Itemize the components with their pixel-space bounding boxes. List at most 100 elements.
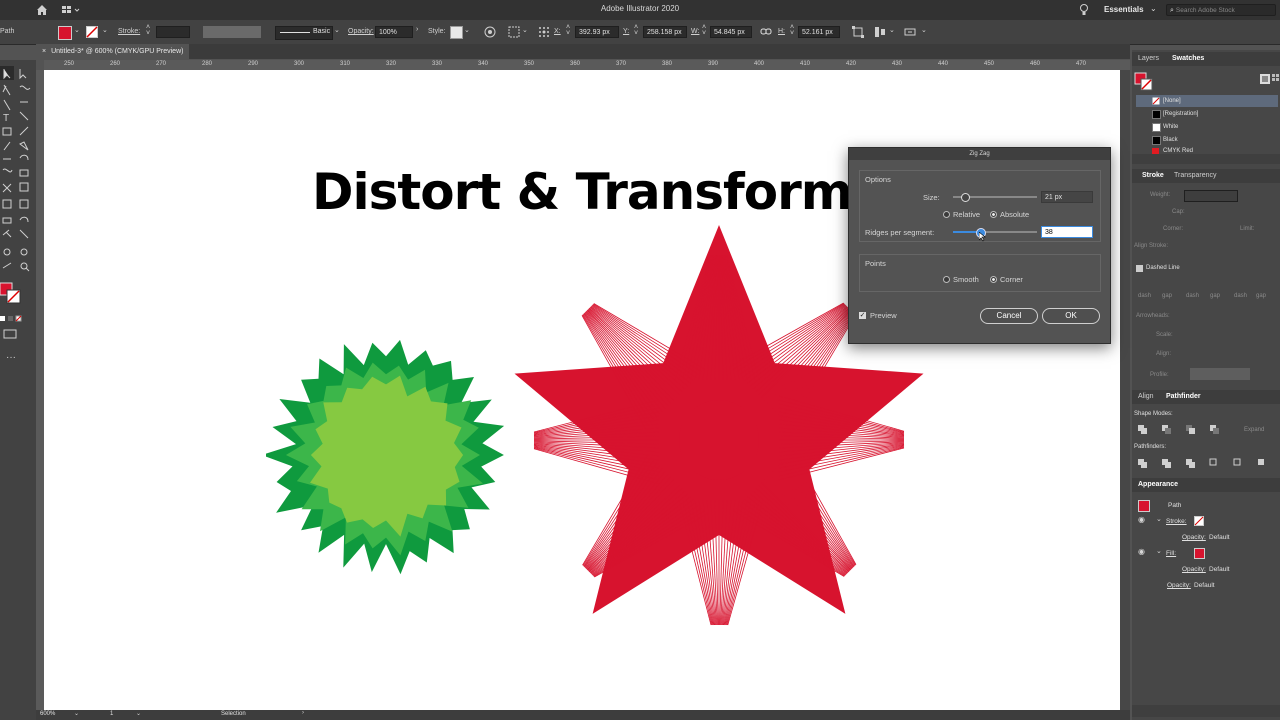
chevron-down-icon[interactable]: ⌄ — [464, 26, 470, 34]
chevron-down-icon[interactable]: ⌄ — [102, 26, 108, 34]
expand-button[interactable]: Expand — [1244, 427, 1264, 433]
appearance-fill-label[interactable]: Fill: — [1166, 550, 1176, 557]
fill-opacity-label[interactable]: Opacity: — [1182, 566, 1206, 573]
swatch-name: [Registration] — [1163, 111, 1199, 117]
chevron-down-icon[interactable]: ⌄ — [1150, 4, 1157, 13]
star-core — [679, 400, 759, 480]
stepper-icon[interactable]: ˄ ˅ — [790, 24, 794, 37]
stepper-icon[interactable]: ˄ ˅ — [146, 24, 150, 37]
visibility-eye-icon[interactable]: ◉ — [1138, 515, 1145, 524]
relative-radio[interactable]: Relative — [943, 210, 980, 219]
isolate-icon[interactable] — [904, 26, 918, 38]
weight-input[interactable] — [1184, 190, 1238, 202]
tab-layers[interactable]: Layers — [1138, 52, 1159, 66]
home-icon[interactable] — [36, 4, 48, 16]
workspace-switcher-icon[interactable] — [62, 5, 82, 15]
headline-text[interactable]: Distort & Transform — [312, 163, 853, 221]
stock-search-input[interactable]: ⌕ Search Adobe Stock — [1166, 4, 1276, 16]
tab-transparency[interactable]: Transparency — [1174, 169, 1217, 183]
graphic-style-swatch[interactable] — [450, 26, 463, 39]
status-text[interactable]: Selection — [221, 711, 246, 717]
pathfinder-icons[interactable] — [1138, 458, 1278, 470]
ok-button[interactable]: OK — [1042, 308, 1100, 324]
vertical-scrollbar[interactable] — [1120, 70, 1130, 710]
chevron-down-icon[interactable]: ⌄ — [889, 26, 895, 34]
stroke-opacity-label[interactable]: Opacity: — [1182, 534, 1206, 541]
chevron-right-icon[interactable]: › — [302, 710, 304, 716]
corner-radio[interactable]: Corner — [990, 275, 1023, 284]
swatch-row-registration[interactable]: [Registration] — [1136, 108, 1278, 120]
appearance-title[interactable]: Appearance — [1138, 478, 1178, 492]
w-input[interactable]: 54.845 px — [710, 26, 752, 38]
appearance-fill-swatch[interactable] — [1194, 548, 1205, 559]
lightbulb-icon[interactable] — [1079, 4, 1089, 16]
appearance-stroke-label[interactable]: Stroke: — [1166, 518, 1187, 525]
stepper-icon[interactable]: ˄ ˅ — [702, 24, 706, 37]
close-icon[interactable]: × — [42, 48, 46, 55]
fill-swatch[interactable] — [58, 26, 72, 40]
profile-select[interactable] — [1190, 368, 1250, 380]
chevron-down-icon[interactable]: ⌄ — [1156, 515, 1162, 523]
options-label: Options — [865, 175, 891, 184]
swatch-row-black[interactable]: Black — [1136, 134, 1278, 146]
opacity-input[interactable]: 100% — [375, 26, 413, 38]
zigzag-green-blob[interactable] — [266, 335, 506, 575]
stroke-weight-input[interactable] — [156, 26, 190, 38]
chevron-down-icon[interactable]: ⌄ — [74, 710, 79, 717]
recolor-artwork-icon[interactable] — [484, 26, 496, 38]
opacity-label[interactable]: Opacity: — [348, 28, 374, 35]
reference-point-icon[interactable] — [538, 26, 550, 38]
chevron-down-icon[interactable]: ⌄ — [136, 710, 141, 717]
ridges-input[interactable]: 38 — [1041, 226, 1093, 238]
align-objects-icon[interactable] — [874, 26, 888, 38]
swatch-row-none[interactable]: [None] — [1136, 95, 1278, 107]
stroke-none-swatch[interactable] — [86, 26, 98, 38]
transform-icon[interactable] — [852, 26, 864, 38]
fill-stroke-indicator[interactable] — [1134, 72, 1154, 92]
swatch-row-white[interactable]: White — [1136, 121, 1278, 133]
corner-label: Corner: — [1163, 226, 1184, 232]
smooth-radio[interactable]: Smooth — [943, 275, 979, 284]
constrain-proportions-icon[interactable] — [760, 27, 772, 37]
variable-width-profile[interactable] — [203, 26, 261, 38]
chevron-down-icon[interactable]: ⌄ — [74, 26, 80, 34]
stepper-icon[interactable]: ˄ ˅ — [566, 24, 570, 37]
chevron-down-icon[interactable]: ⌄ — [522, 26, 528, 34]
object-opacity-label[interactable]: Opacity: — [1167, 582, 1191, 589]
y-input[interactable]: 258.158 px — [643, 26, 687, 38]
swatch-row-cmyk-red[interactable]: CMYK Red — [1136, 146, 1278, 154]
workspace-menu[interactable]: Essentials — [1104, 5, 1144, 14]
tab-align[interactable]: Align — [1138, 390, 1154, 404]
h-input[interactable]: 52.161 px — [798, 26, 840, 38]
appearance-stroke-swatch[interactable] — [1194, 516, 1204, 526]
cancel-button[interactable]: Cancel — [980, 308, 1038, 324]
stroke-opacity-value: Default — [1209, 534, 1230, 541]
grid-view-icon[interactable] — [1272, 74, 1280, 84]
zoom-level[interactable]: 600% — [40, 711, 55, 717]
size-slider-handle[interactable] — [961, 193, 970, 202]
ruler-tick-label: 330 — [432, 61, 443, 67]
tab-pathfinder[interactable]: Pathfinder — [1166, 390, 1201, 404]
list-view-icon[interactable] — [1260, 74, 1270, 84]
shape-mode-icons[interactable] — [1138, 424, 1228, 436]
preview-checkbox[interactable]: ✓ — [859, 312, 866, 319]
artboard-number[interactable]: 1 — [110, 711, 113, 717]
brush-definition[interactable]: Basic — [275, 26, 333, 40]
dashed-line-checkbox[interactable] — [1136, 265, 1143, 272]
dialog-title[interactable]: Zig Zag — [849, 148, 1110, 160]
document-tab[interactable]: × Untitled-3* @ 600% (CMYK/GPU Preview) — [36, 44, 190, 59]
stepper-icon[interactable]: ˄ ˅ — [634, 24, 638, 37]
tab-stroke[interactable]: Stroke — [1142, 169, 1164, 183]
visibility-eye-icon[interactable]: ◉ — [1138, 547, 1145, 556]
size-input[interactable]: 21 px — [1041, 191, 1093, 203]
stroke-label[interactable]: Stroke: — [118, 28, 140, 35]
chevron-down-icon[interactable]: ⌄ — [921, 26, 927, 34]
tool-icons[interactable]: T ··· — [0, 60, 36, 390]
align-to-icon[interactable] — [508, 26, 522, 38]
chevron-right-icon[interactable]: › — [416, 26, 418, 33]
chevron-down-icon[interactable]: ⌄ — [1156, 547, 1162, 555]
x-input[interactable]: 392.93 px — [575, 26, 619, 38]
chevron-down-icon[interactable]: ⌄ — [334, 26, 340, 34]
tab-swatches[interactable]: Swatches — [1172, 52, 1204, 66]
absolute-radio[interactable]: Absolute — [990, 210, 1029, 219]
